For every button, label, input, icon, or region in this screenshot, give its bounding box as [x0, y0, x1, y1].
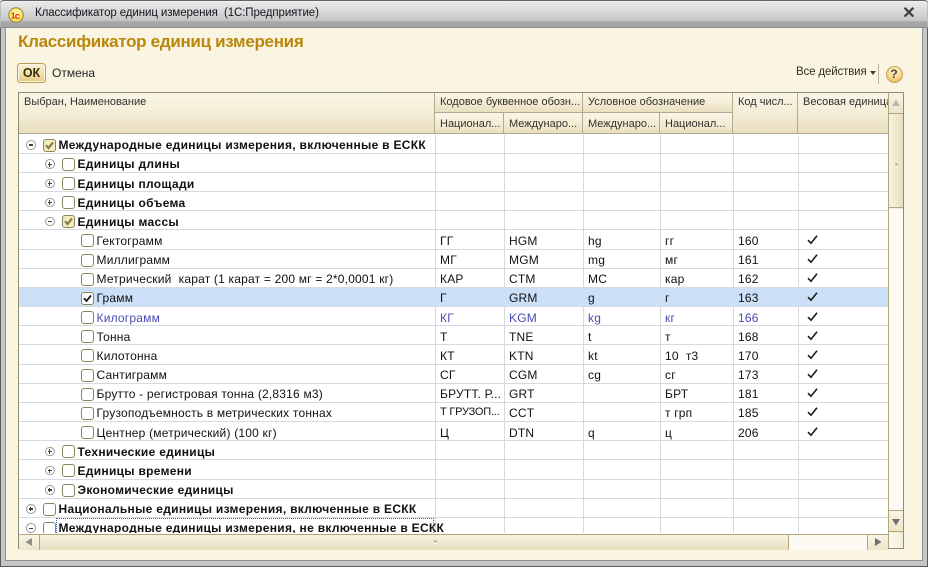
- svg-text:c: c: [15, 11, 20, 22]
